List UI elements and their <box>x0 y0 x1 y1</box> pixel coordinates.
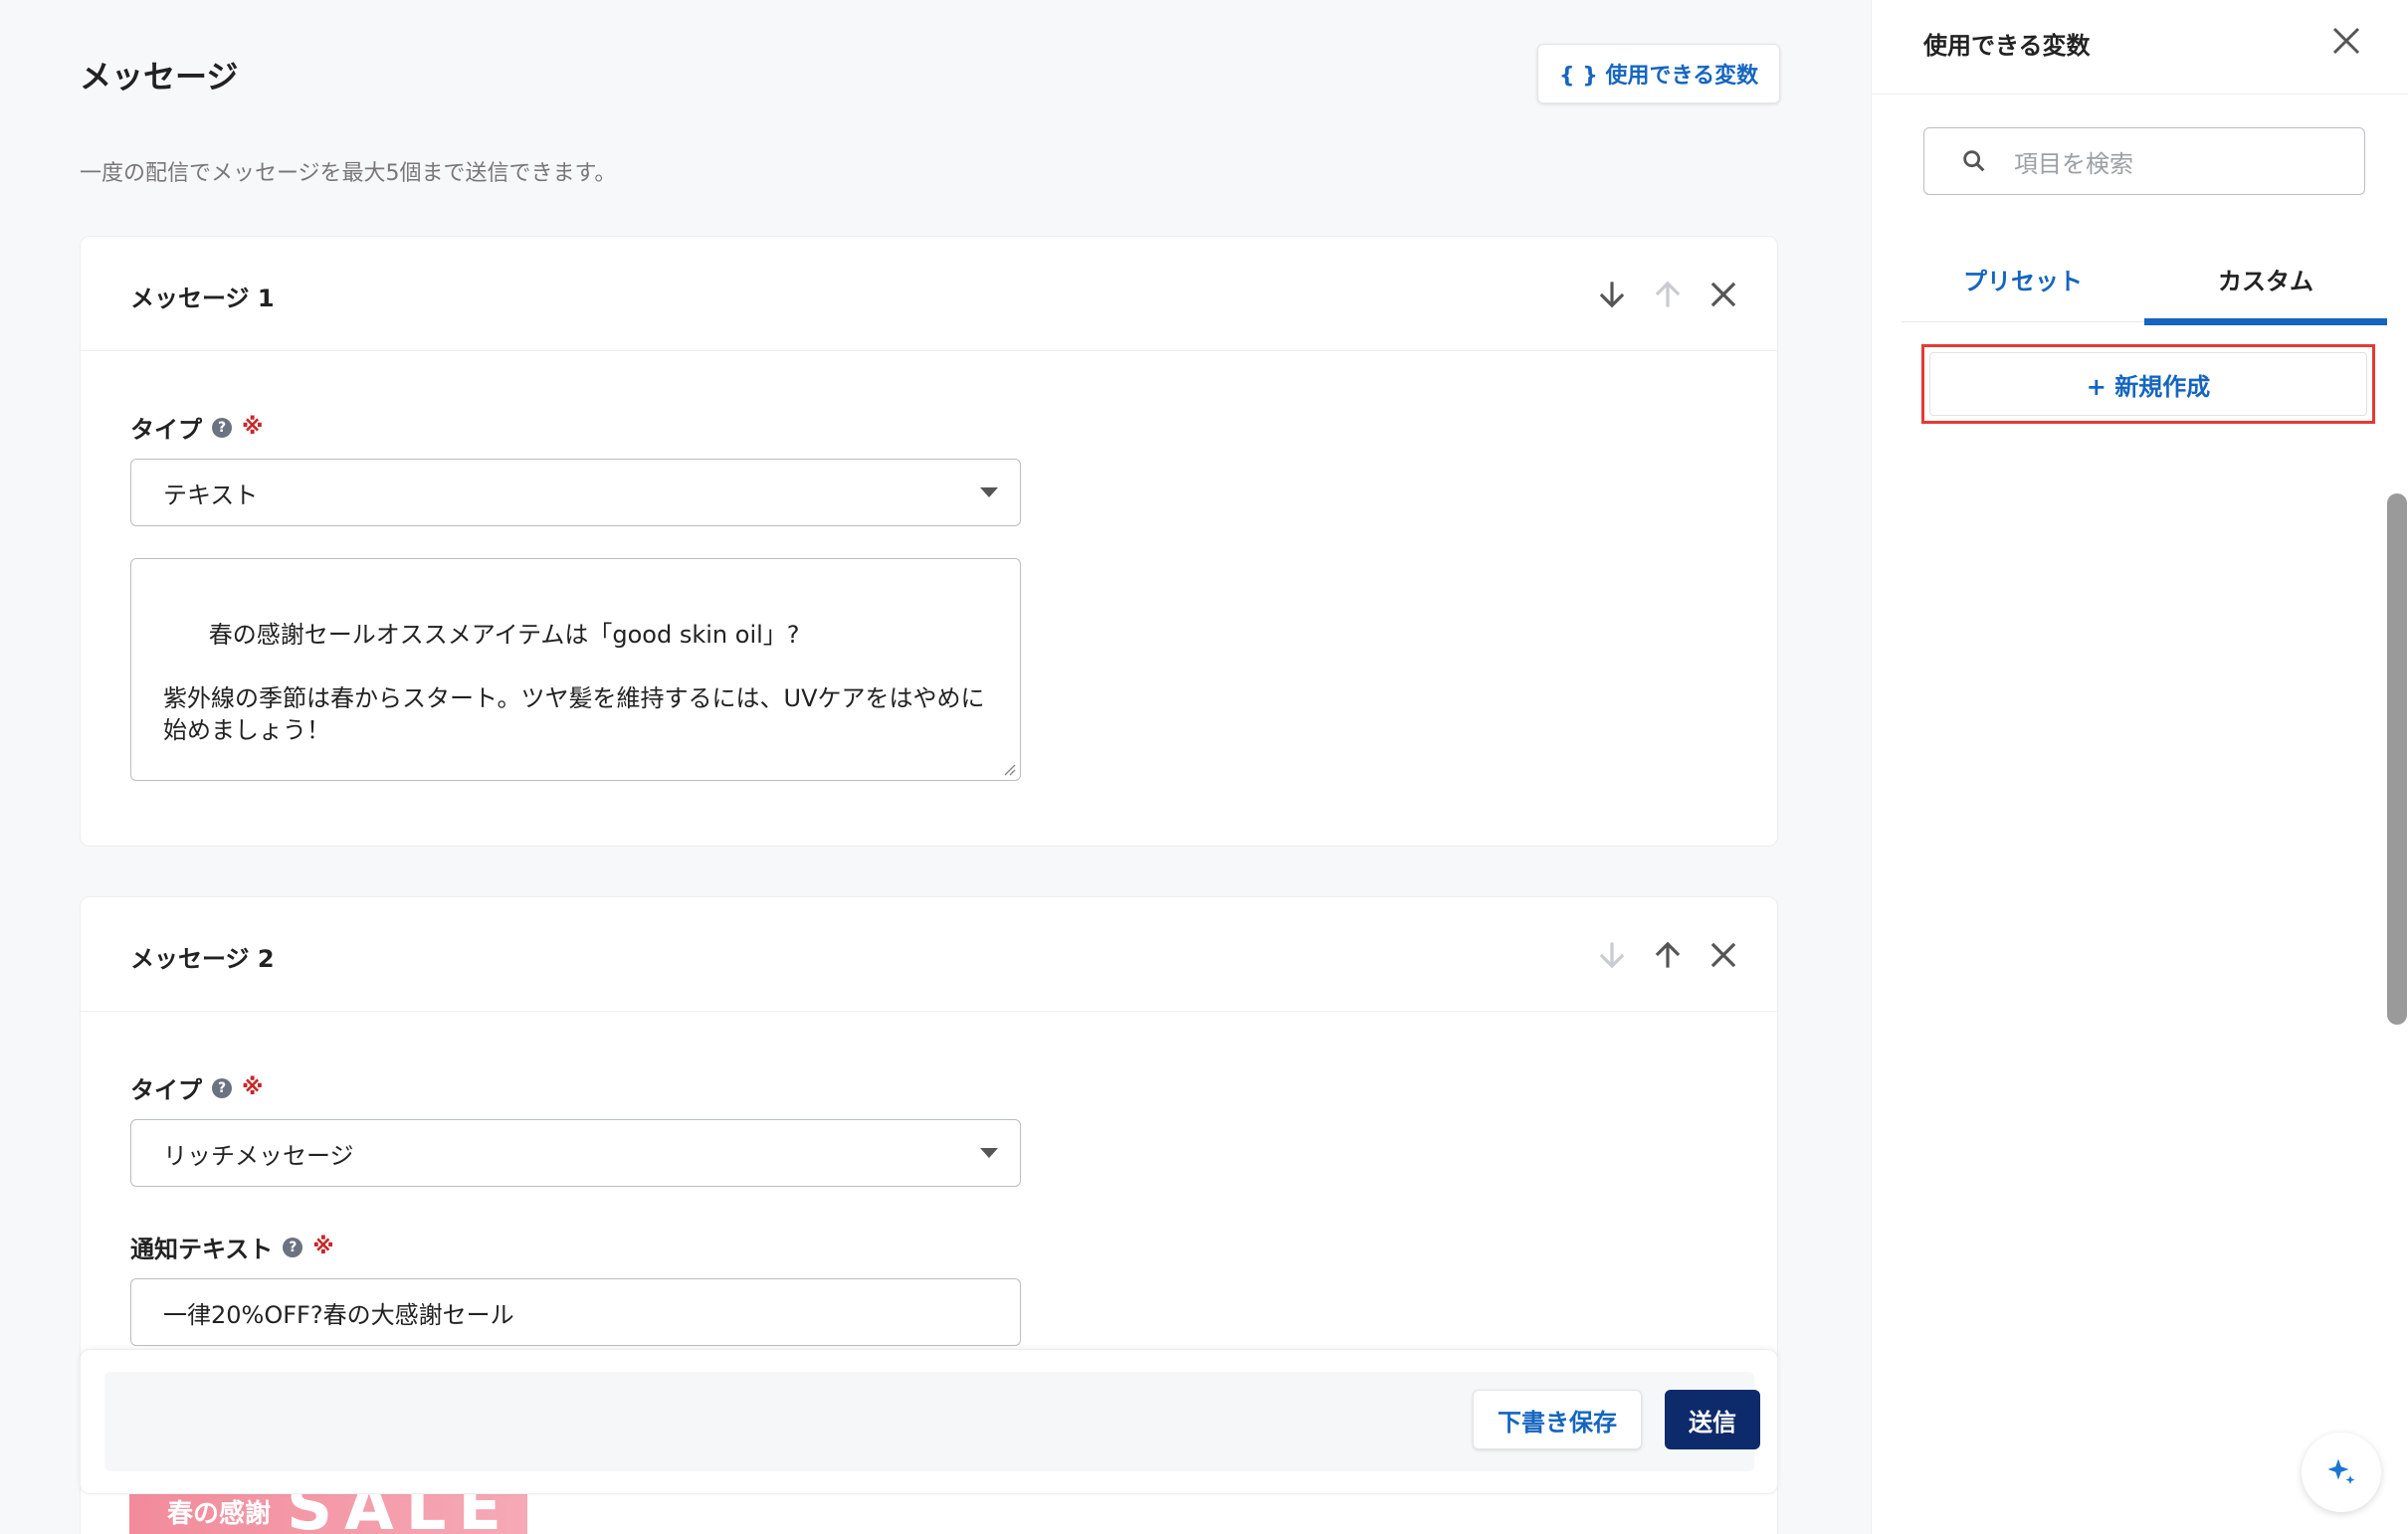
required-mark: ※ <box>242 1075 264 1100</box>
close-icon[interactable] <box>1700 271 1747 318</box>
type-select-value: テキスト <box>163 480 259 509</box>
notify-text-input[interactable]: 一律20%OFF?春の大感謝セール <box>130 1278 1021 1346</box>
required-mark: ※ <box>242 415 264 440</box>
page-title: メッセージ <box>80 58 239 96</box>
type-label: タイプ ? ※ <box>130 410 263 445</box>
available-variables-button[interactable]: { } 使用できる変数 <box>1537 44 1780 103</box>
type-select-value: リッチメッセージ <box>163 1141 354 1170</box>
send-button[interactable]: 送信 <box>1665 1390 1760 1449</box>
notify-text-label: 通知テキスト ? ※ <box>130 1230 334 1264</box>
sparkle-icon <box>2327 1458 2355 1484</box>
message-card-1: メッセージ 1 タイプ ? ※ テキスト 春の感謝セールオススメアイテムは「go… <box>80 236 1778 847</box>
create-new-button[interactable]: + 新規作成 <box>1929 352 2367 416</box>
panel-title: 使用できる変数 <box>1923 32 2091 60</box>
action-footer: 下書き保存 送信 <box>80 1349 1778 1494</box>
move-down-icon <box>1588 931 1636 979</box>
tab-preset[interactable]: プリセット <box>1902 235 2144 322</box>
notify-text-value: 一律20%OFF?春の大感謝セール <box>163 1300 514 1329</box>
page-description: 一度の配信でメッセージを最大5個まで送信できます。 <box>80 161 617 186</box>
message-card-header: メッセージ 1 <box>81 237 1777 351</box>
variable-tabs: プリセット カスタム <box>1902 235 2387 325</box>
move-up-icon[interactable] <box>1644 931 1692 979</box>
variables-panel: 使用できる変数 項目を検索 プリセット カスタム + 新規作成 <box>1871 0 2408 1534</box>
sale-banner-image: 春の感謝 SALE <box>129 1488 527 1534</box>
save-draft-button[interactable]: 下書き保存 <box>1473 1390 1642 1449</box>
move-up-icon <box>1644 271 1692 318</box>
scrollbar[interactable] <box>2387 493 2407 1025</box>
main-area: メッセージ { } 使用できる変数 一度の配信でメッセージを最大5個まで送信でき… <box>0 0 1871 1534</box>
type-label-text: タイプ <box>130 416 202 444</box>
move-down-icon[interactable] <box>1588 271 1636 318</box>
close-icon[interactable] <box>2323 18 2369 64</box>
message-card-header: メッセージ 2 <box>81 897 1777 1012</box>
notify-label-text: 通知テキスト <box>130 1236 274 1263</box>
close-icon[interactable] <box>1700 931 1747 979</box>
new-variable-highlight: + 新規作成 <box>1921 344 2375 424</box>
help-icon[interactable]: ? <box>212 417 232 438</box>
tab-custom[interactable]: カスタム <box>2144 235 2387 322</box>
message-title: メッセージ 2 <box>130 945 275 973</box>
type-select[interactable]: リッチメッセージ <box>130 1119 1021 1187</box>
action-footer-bar: 下書き保存 送信 <box>104 1372 1760 1471</box>
required-mark: ※ <box>312 1235 334 1259</box>
banner-text: 春の感謝 <box>167 1499 272 1529</box>
search-placeholder: 項目を検索 <box>2014 149 2133 178</box>
search-input[interactable]: 項目を検索 <box>1923 127 2365 195</box>
help-icon[interactable]: ? <box>283 1237 303 1257</box>
divider <box>1872 94 2408 95</box>
type-label-text: タイプ <box>130 1076 202 1104</box>
message-body: 春の感謝セールオススメアイテムは「good skin oil」? 紫外線の季節は… <box>163 621 985 744</box>
type-label: タイプ ? ※ <box>130 1070 263 1105</box>
ai-assist-button[interactable] <box>2302 1433 2381 1512</box>
type-select[interactable]: テキスト <box>130 459 1021 526</box>
message-textarea[interactable]: 春の感謝セールオススメアイテムは「good skin oil」? 紫外線の季節は… <box>130 558 1021 781</box>
help-icon[interactable]: ? <box>212 1077 232 1098</box>
message-title: メッセージ 1 <box>130 285 275 312</box>
search-icon <box>1963 150 1985 172</box>
resize-handle-icon[interactable] <box>1002 762 1016 776</box>
chevron-down-icon <box>980 487 998 497</box>
active-tab-indicator <box>2144 318 2387 325</box>
chevron-down-icon <box>980 1148 998 1158</box>
banner-sale-text: SALE <box>287 1488 514 1534</box>
